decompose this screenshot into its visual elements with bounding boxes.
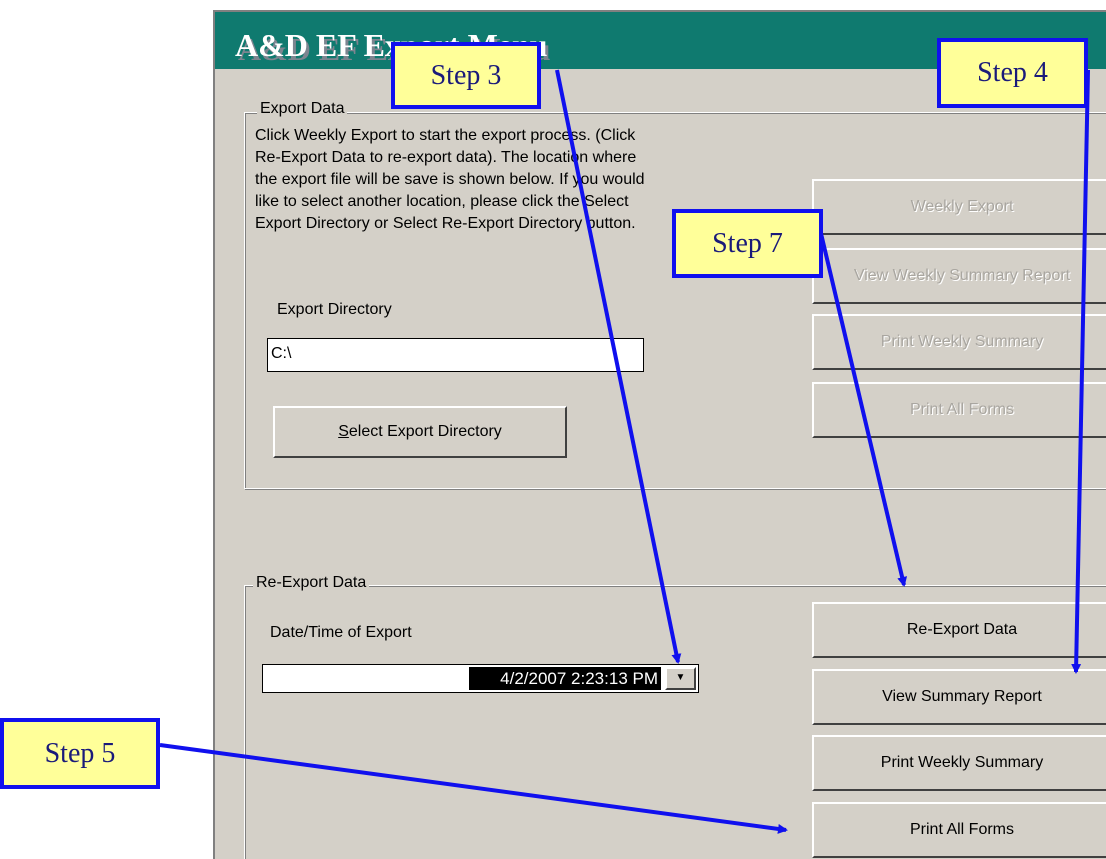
instruction-line-3: the export file will be save is shown be… — [255, 171, 645, 188]
step3-callout: Step 3 — [391, 42, 541, 109]
print-all-forms-button-top[interactable]: Print All Forms — [812, 382, 1106, 438]
select-button-label: elect Export Directory — [348, 423, 502, 440]
date-time-label: Date/Time of Export — [270, 624, 412, 641]
dropdown-arrow-icon[interactable]: ▼ — [665, 667, 696, 690]
print-weekly-summary-button-top[interactable]: Print Weekly Summary — [812, 314, 1106, 370]
step5-callout: Step 5 — [0, 718, 160, 789]
instruction-line-2: Re-Export Data to re-export data). The l… — [255, 149, 637, 166]
instruction-line-1: Click Weekly Export to start the export … — [255, 127, 636, 144]
date-time-value: 4/2/2007 2:23:13 PM — [469, 667, 661, 690]
select-export-directory-button[interactable]: Select Export Directory — [273, 406, 567, 458]
view-weekly-summary-report-button[interactable]: View Weekly Summary Report — [812, 248, 1106, 304]
reexport-data-button[interactable]: Re-Export Data — [812, 602, 1106, 658]
export-directory-label: Export Directory — [277, 301, 392, 318]
select-button-accesskey: S — [338, 423, 349, 440]
weekly-export-button[interactable]: Weekly Export — [812, 179, 1106, 235]
date-time-dropdown[interactable]: 4/2/2007 2:23:13 PM ▼ — [262, 664, 699, 693]
print-weekly-summary-button[interactable]: Print Weekly Summary — [812, 735, 1106, 791]
view-summary-report-button[interactable]: View Summary Report — [812, 669, 1106, 725]
step7-callout: Step 7 — [672, 209, 823, 278]
export-directory-field[interactable]: C:\ — [267, 338, 644, 372]
step4-callout: Step 4 — [937, 38, 1088, 108]
print-all-forms-button[interactable]: Print All Forms — [812, 802, 1106, 858]
export-data-legend: Export Data — [257, 100, 348, 118]
export-menu-window: A&D EF Export Menu Export Data Click Wee… — [213, 10, 1106, 859]
reexport-data-legend: Re-Export Data — [253, 574, 370, 592]
